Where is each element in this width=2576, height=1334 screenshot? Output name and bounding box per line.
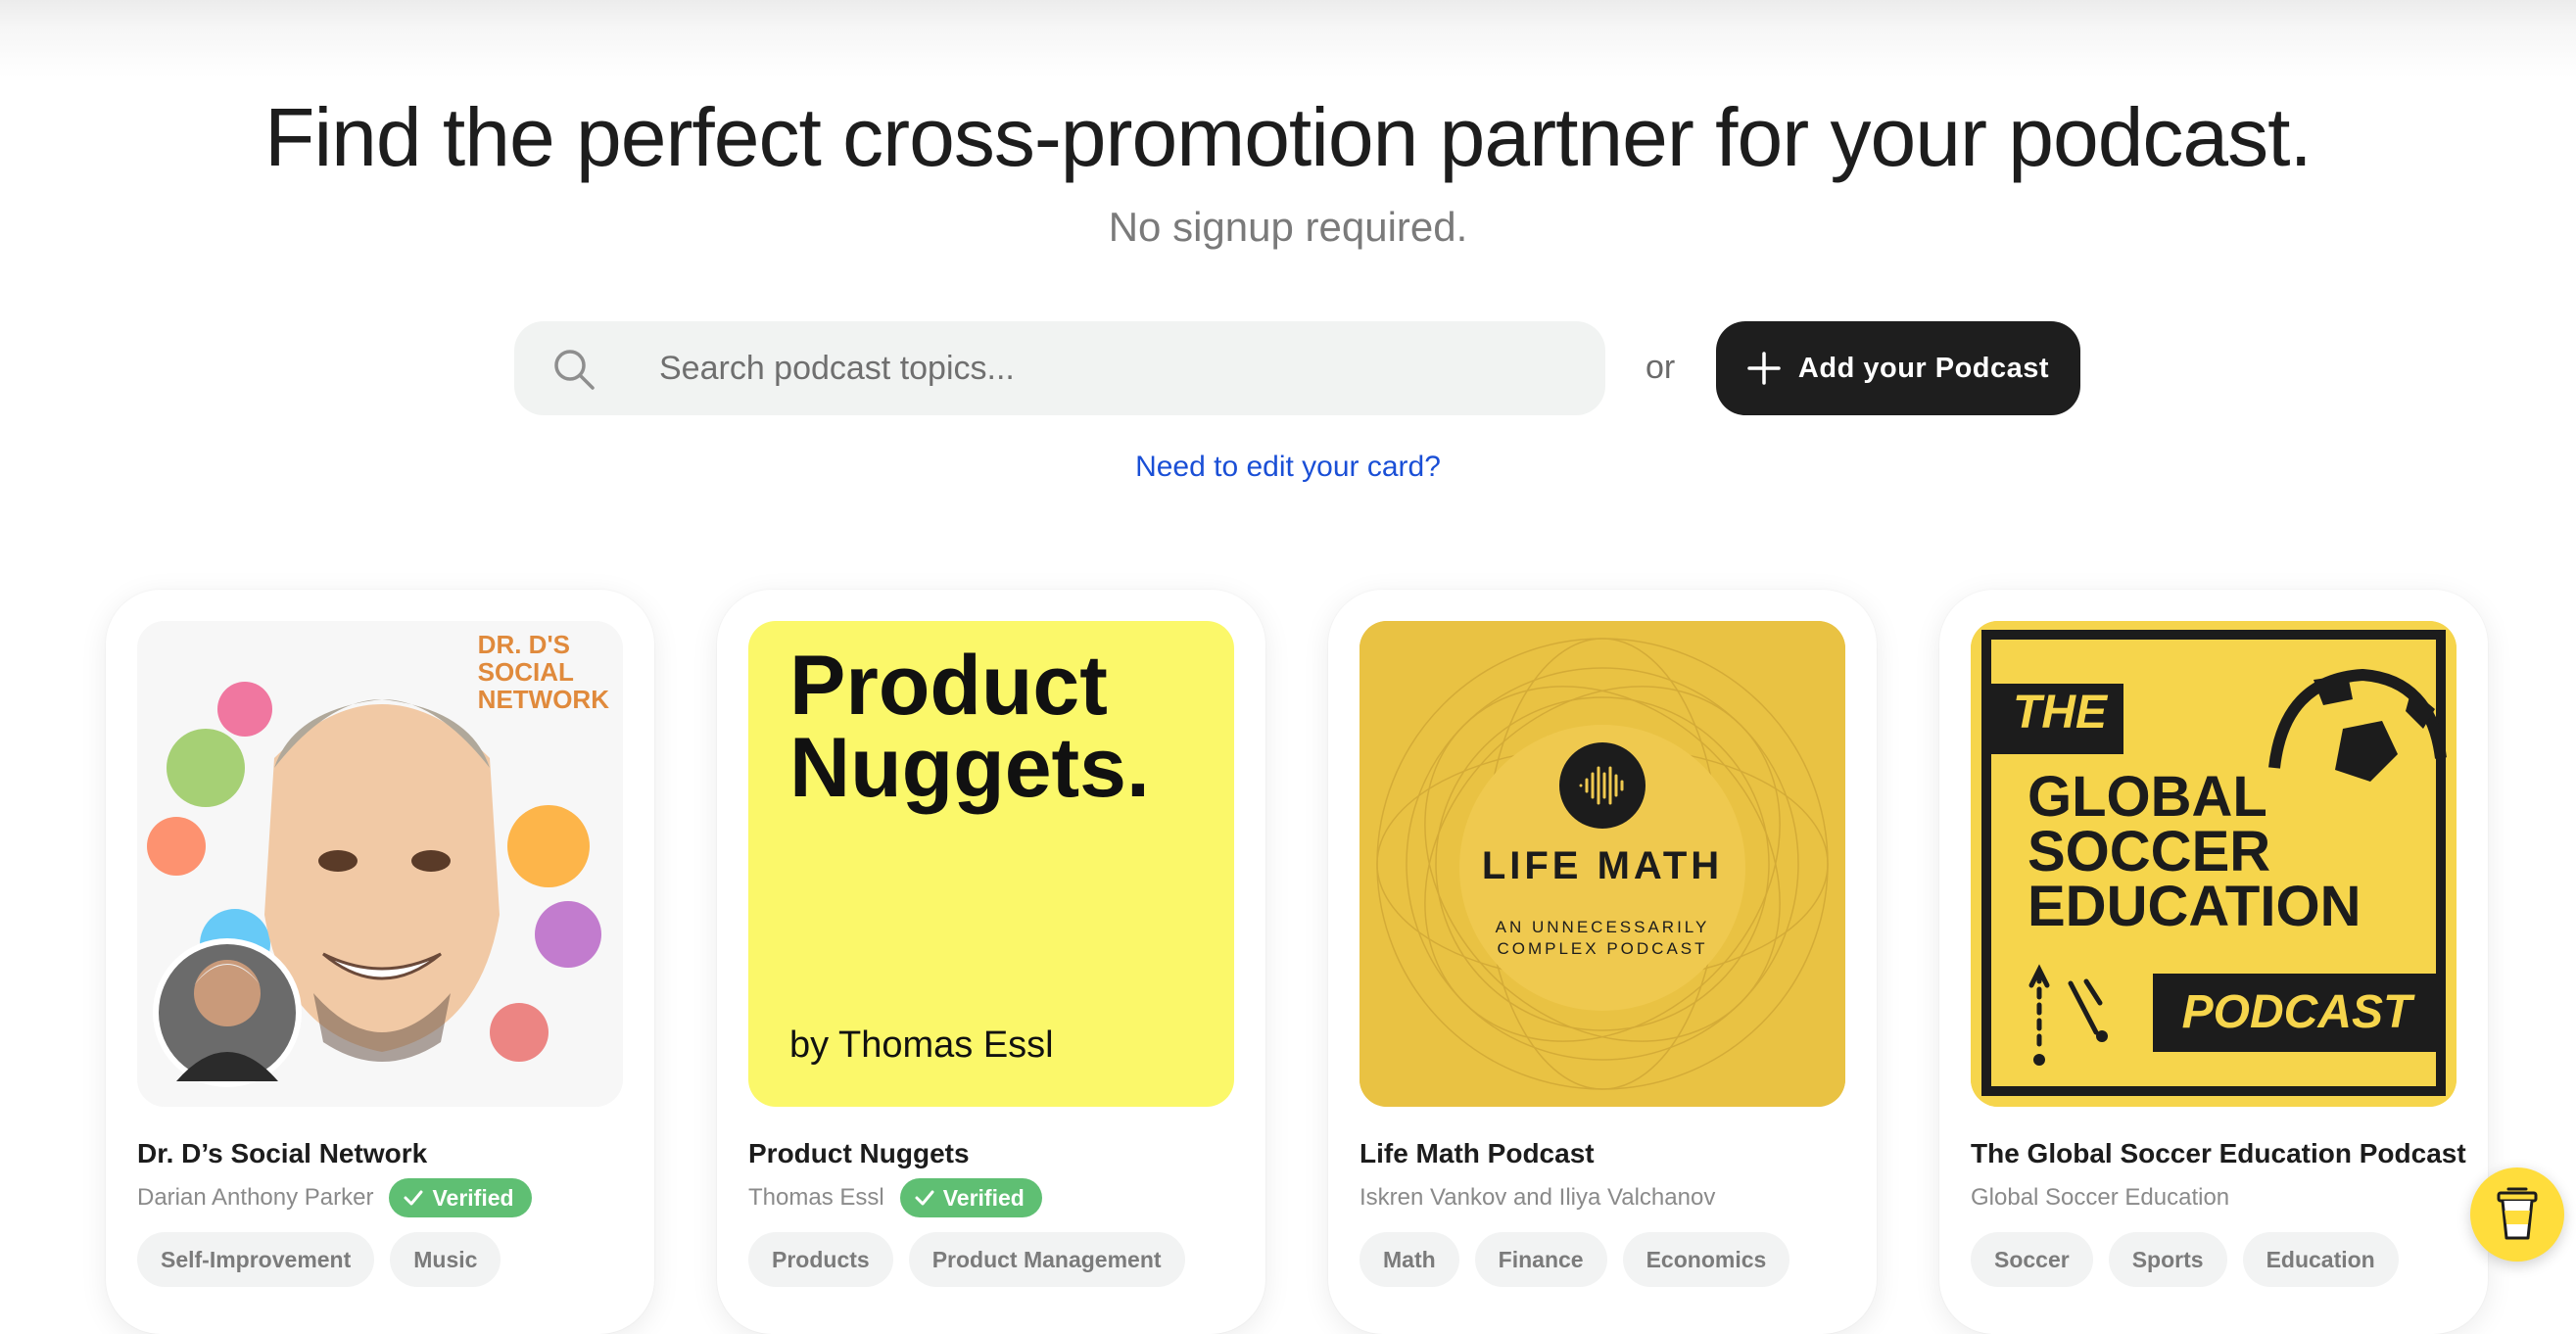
- tag-chip[interactable]: Self-Improvement: [137, 1232, 375, 1287]
- podcast-title[interactable]: Product Nuggets: [748, 1138, 1258, 1169]
- podcast-cover-art: DR. D'S SOCIAL NETWORK: [137, 621, 623, 1107]
- add-podcast-label: Add your Podcast: [1797, 352, 2050, 384]
- podcast-author: Darian Anthony Parker: [137, 1184, 374, 1211]
- hero-subtitle: No signup required.: [1108, 204, 1468, 250]
- cover-text: DR. D'S SOCIAL NETWORK: [477, 630, 609, 714]
- tag-chip[interactable]: Math: [1360, 1232, 1459, 1287]
- podcast-title[interactable]: Dr. D’s Social Network: [137, 1138, 646, 1169]
- cover-text: THE: [2013, 687, 2107, 738]
- podcast-author: Thomas Essl: [748, 1184, 884, 1211]
- search-input[interactable]: [659, 339, 1541, 398]
- verified-badge: Verified: [899, 1178, 1042, 1217]
- top-header-shadow: [0, 0, 2576, 78]
- cover-text: Product Nuggets.: [789, 639, 1150, 815]
- tag-chip[interactable]: Education: [2242, 1232, 2399, 1287]
- podcast-card[interactable]: DR. D'S SOCIAL NETWORK Dr. D’s Social Ne…: [106, 590, 654, 1334]
- search-bar[interactable]: [514, 321, 1605, 415]
- podcast-card[interactable]: LIFE MATH AN UNNECESSARILY COMPLEX PODCA…: [1328, 590, 1877, 1334]
- check-icon: [915, 1190, 934, 1206]
- cover-byline: by Thomas Essl: [789, 1024, 1054, 1066]
- verified-badge: Verified: [389, 1178, 532, 1217]
- tag-chip[interactable]: Products: [748, 1232, 893, 1287]
- podcast-author: Global Soccer Education: [1971, 1184, 2230, 1211]
- podcast-cover-art: THE GLOBAL SOCCER EDUCATION PODCAST: [1971, 621, 2457, 1107]
- or-label: or: [1646, 349, 1676, 386]
- cover-text: LIFE MATH: [1481, 844, 1724, 887]
- tag-chip[interactable]: Sports: [2108, 1232, 2227, 1287]
- podcast-title[interactable]: Life Math Podcast: [1360, 1138, 1869, 1169]
- podcast-title[interactable]: The Global Soccer Education Podcast: [1971, 1138, 2480, 1169]
- plus-icon: [1747, 352, 1781, 385]
- check-icon: [404, 1190, 423, 1206]
- tag-chip[interactable]: Product Management: [908, 1232, 1185, 1287]
- podcast-card[interactable]: THE GLOBAL SOCCER EDUCATION PODCAST The …: [1939, 590, 2488, 1334]
- add-podcast-button[interactable]: Add your Podcast: [1716, 321, 2080, 415]
- cover-title-text: GLOBAL SOCCER EDUCATION: [2027, 765, 2361, 938]
- buy-me-a-coffee-button[interactable]: [2470, 1167, 2564, 1262]
- cover-subtext: AN UNNECESSARILY COMPLEX PODCAST: [1495, 918, 1710, 958]
- podcast-card[interactable]: Product Nuggets. by Thomas Essl Product …: [717, 590, 1265, 1334]
- podcast-cover-art: Product Nuggets. by Thomas Essl: [748, 621, 1234, 1107]
- podcast-author: Iskren Vankov and Iliya Valchanov: [1360, 1184, 1716, 1211]
- coffee-cup-icon: [2497, 1187, 2538, 1240]
- tag-chip[interactable]: Music: [390, 1232, 501, 1287]
- edit-card-link[interactable]: Need to edit your card?: [0, 451, 2576, 484]
- cover-subtitle-text: PODCAST: [2181, 986, 2412, 1038]
- tag-chip[interactable]: Economics: [1622, 1232, 1790, 1287]
- tag-chip[interactable]: Soccer: [1971, 1232, 2093, 1287]
- hero-title: Find the perfect cross-promotion partner…: [264, 91, 2313, 183]
- tag-chip[interactable]: Finance: [1474, 1232, 1607, 1287]
- podcast-cover-art: LIFE MATH AN UNNECESSARILY COMPLEX PODCA…: [1360, 621, 1845, 1107]
- search-icon: [554, 350, 595, 390]
